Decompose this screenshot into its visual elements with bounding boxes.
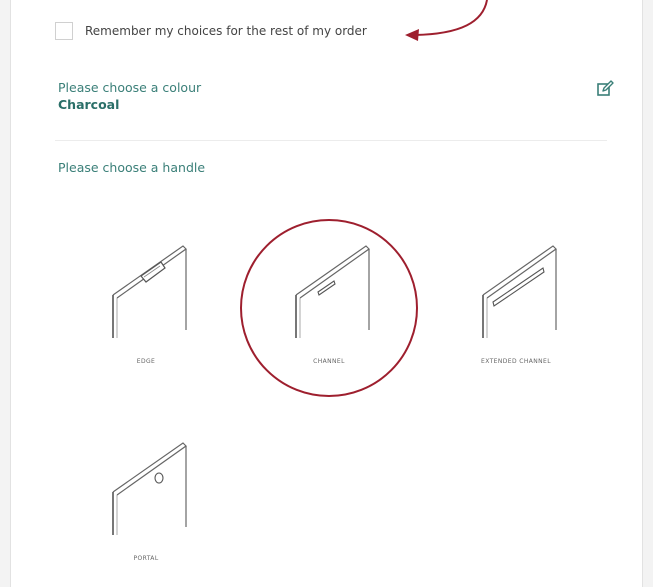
handle-prompt: Please choose a handle [58,160,206,175]
option-label-channel: CHANNEL [313,358,345,365]
edit-icon[interactable] [596,80,614,98]
handle-option-edge[interactable]: EDGE [71,240,221,365]
option-label-portal: PORTAL [133,555,159,562]
portal-handle-icon [112,442,187,535]
extended-channel-handle-icon [482,245,557,338]
handle-option-channel[interactable]: CHANNEL [254,240,404,365]
edge-handle-icon [112,245,187,338]
handle-option-extended-channel[interactable]: EXTENDED CHANNEL [441,240,591,365]
section-divider [55,140,607,141]
colour-prompt: Please choose a colour [58,80,202,95]
selected-colour: Charcoal [58,97,120,112]
annotation-arrow-icon [405,0,488,41]
remember-choices-checkbox[interactable] [55,22,73,40]
option-label-edge: EDGE [136,358,156,365]
channel-handle-icon [295,245,370,338]
product-options-panel: Remember my choices for the rest of my o… [10,0,643,587]
option-label-extended-channel: EXTENDED CHANNEL [481,358,551,365]
colour-section: Please choose a colour Charcoal [58,80,614,112]
remember-choices-row[interactable]: Remember my choices for the rest of my o… [55,22,367,40]
handle-option-portal[interactable]: PORTAL [71,437,221,562]
remember-choices-label: Remember my choices for the rest of my o… [85,24,367,38]
